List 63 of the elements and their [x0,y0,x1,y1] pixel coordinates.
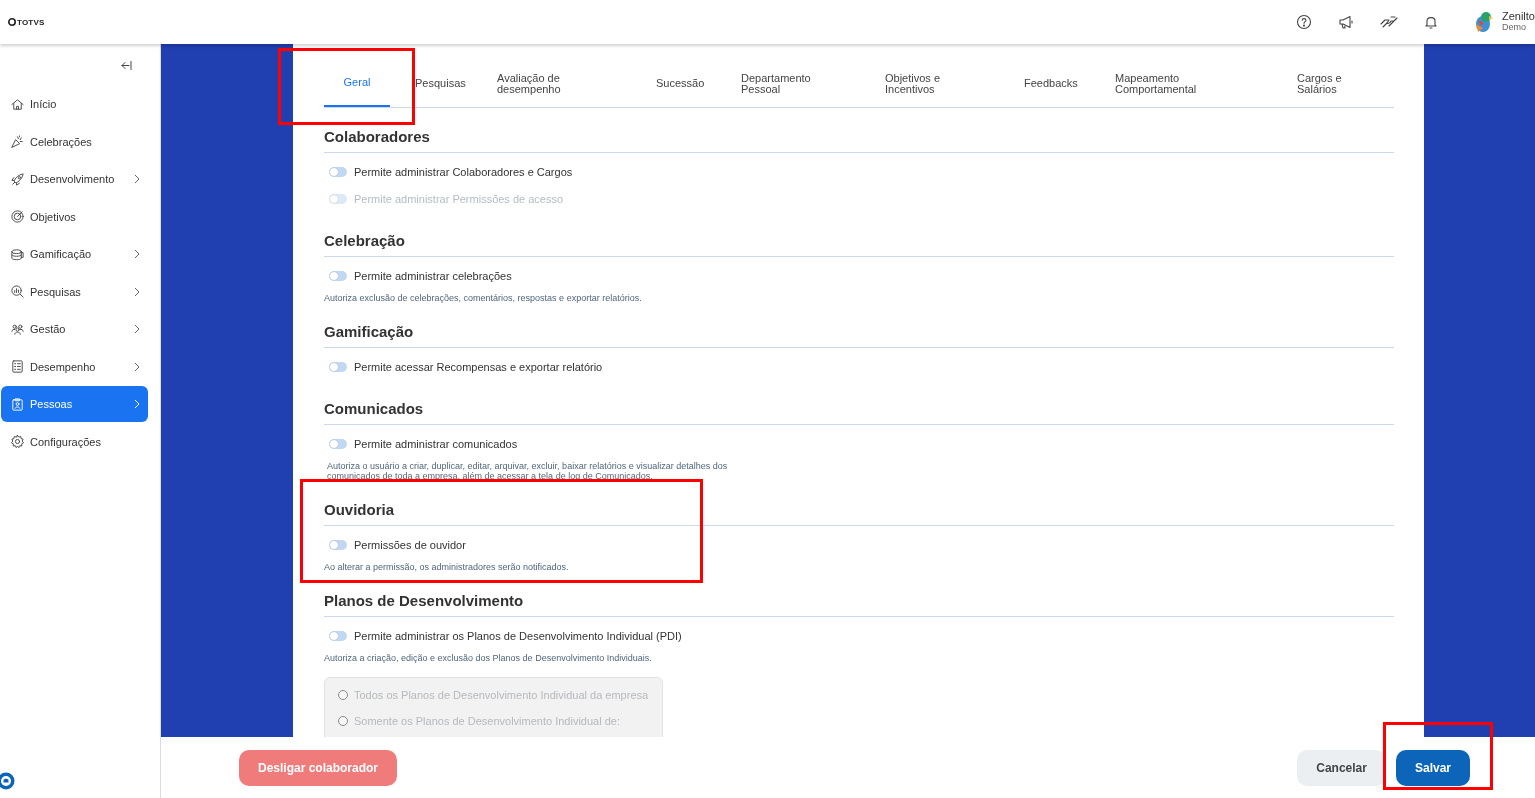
chat-icon[interactable] [0,772,15,790]
tab[interactable]: Objetivos e Incentivos [885,60,1024,107]
menu-item-icon [10,96,25,112]
help-icon[interactable] [1295,14,1312,30]
logo-text: TOTVS [17,17,45,27]
menu-item-icon [10,396,25,412]
section-heading: Gamificação [324,319,1394,348]
toggle-label: Permite administrar celebrações [354,269,512,282]
toggle-switch[interactable] [329,270,347,281]
user-role: Demo [1501,22,1527,33]
toggle-label: Permissões de ouvidor [354,538,466,551]
toggle-switch[interactable] [329,438,347,449]
sidebar-item[interactable]: Configurações [1,423,148,460]
menu-item-icon [10,321,25,337]
menu-item-icon [10,171,25,187]
save-button[interactable]: Salvar [1395,749,1470,786]
tab[interactable]: Avaliação de desempenho [497,60,656,107]
radio-label: Todos os Planos de Desenvolvimento Individual da empresa [354,689,649,701]
menu-item-icon [10,284,25,299]
user-name: Zenilto [1501,11,1535,22]
toggle-switch[interactable] [329,539,347,550]
section-heading: Planos de Desenvolvimento [324,588,1394,617]
tab[interactable]: Feedbacks [1024,60,1115,107]
section-heading: Colaboradores [324,124,1394,153]
toggle-label: Permite acessar Recompensas e exportar relatório [354,360,603,373]
section-heading: Ouvidoria [324,497,1394,526]
sidebar-item[interactable]: Desenvolvimento [1,161,148,197]
toggle-switch[interactable] [329,166,347,177]
sidebar-item[interactable]: Gestão [1,311,148,347]
collapse-icon[interactable] [121,60,132,70]
toggle-label: Permite administrar os Planos de Desenvolvimento Individual (PDI) [354,629,682,642]
description-text: Autoriza a criação, edição e exclusão dos Planos de Desenvolvimento Individuais. [324,653,653,663]
toggle-label: Permite administrar Colaboradores e Cargos [354,165,573,178]
bell-icon[interactable] [1423,14,1438,30]
toggle-label: Permite administrar Permissões de acesso [354,192,564,205]
sidebar-item[interactable]: Início [1,86,148,122]
menu-item-icon [10,209,25,224]
menu-item-icon [10,134,25,149]
cancel-button[interactable]: Cancelar [1297,749,1386,786]
logo-icon [8,18,16,26]
toggle-label: Permite administrar comunicados [354,437,518,450]
menu-item-icon [10,359,25,374]
sidebar-item[interactable]: Pessoas [1,386,148,422]
description-text: Ao alterar a permissão, os administradores serão notificados. [324,562,570,572]
tab[interactable]: Mapeamento Comportamental [1115,60,1297,107]
sidebar-item[interactable]: Pesquisas [1,273,148,310]
tab[interactable]: Cargos e Salários [1297,60,1394,107]
sidebar-item[interactable]: Desempenho [1,348,148,385]
toggle-switch[interactable] [329,361,347,372]
section-heading: Comunicados [324,396,1394,425]
menu-item-icon [10,246,25,262]
sidebar-item[interactable]: Gamificação [1,236,148,272]
toggle-switch[interactable] [329,630,347,641]
sidebar-item[interactable]: Objetivos [1,198,148,235]
sidebar-item[interactable]: Celebrações [1,123,148,160]
tab[interactable]: Sucessão [656,60,741,107]
tab[interactable]: Departamento Pessoal [741,60,885,107]
description-text: Autoriza exclusão de celebrações, comentários, respostas e exportar relatórios. [324,293,643,303]
tab[interactable]: Geral [324,60,390,107]
menu-item-icon [10,434,25,449]
section-heading: Celebração [324,228,1394,257]
tab[interactable]: Pesquisas [415,60,497,107]
megaphone-icon[interactable] [1337,14,1354,30]
